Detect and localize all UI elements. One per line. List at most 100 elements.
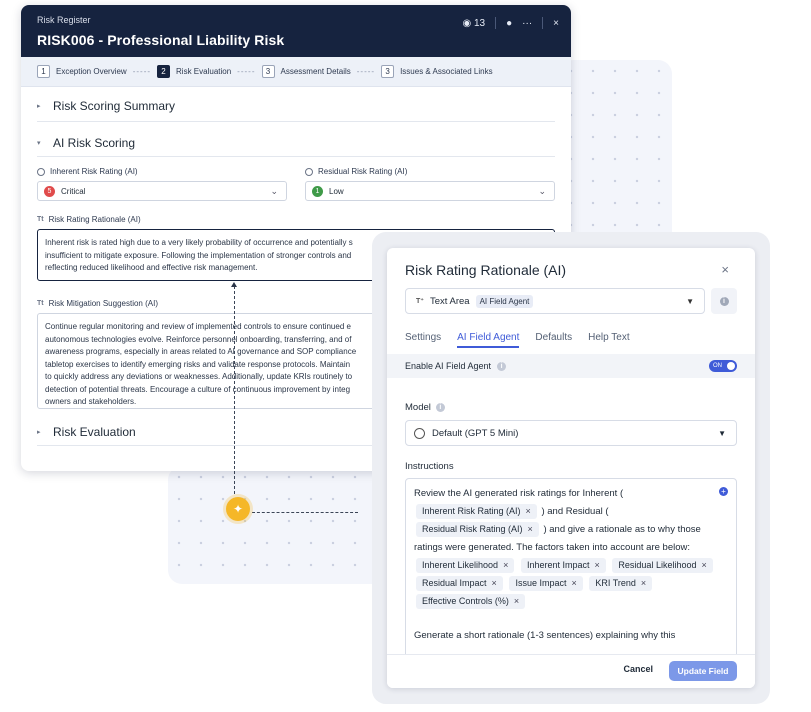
chip-label: Inherent Risk Rating (AI): [422, 506, 521, 516]
section-title: Risk Scoring Summary: [53, 99, 176, 113]
section-risk-scoring-summary[interactable]: ▸ Risk Scoring Summary: [21, 99, 571, 113]
variable-chip[interactable]: Inherent Risk Rating (AI) ×: [416, 504, 537, 519]
factor-chip[interactable]: Residual Likelihood ×: [612, 558, 713, 573]
remove-icon[interactable]: ×: [641, 578, 646, 588]
remove-icon[interactable]: ×: [503, 560, 508, 570]
add-variable-icon[interactable]: +: [719, 487, 728, 496]
section-title: Risk Evaluation: [53, 425, 136, 439]
factor-chip[interactable]: Issue Impact ×: [509, 576, 583, 591]
chevron-down-icon: ⌄: [538, 186, 546, 196]
tab-defaults[interactable]: Defaults: [535, 332, 572, 348]
info-icon: i: [719, 296, 729, 306]
inherent-rating-field: Inherent Risk Rating (AI) 5 Critical ⌄: [37, 167, 287, 201]
page-title: RISK006 - Professional Liability Risk: [37, 32, 285, 48]
step-connector: -----: [356, 67, 376, 76]
tab-ai-field-agent[interactable]: AI Field Agent: [457, 332, 520, 348]
step-risk-evaluation[interactable]: 2 Risk Evaluation: [157, 65, 231, 78]
remove-icon[interactable]: ×: [526, 506, 531, 516]
residual-rating-select[interactable]: 1 Low ⌄: [305, 181, 555, 201]
cancel-button[interactable]: Cancel: [623, 664, 653, 674]
remove-icon[interactable]: ×: [701, 560, 706, 570]
step-label: Issues & Associated Links: [400, 67, 493, 76]
step-issues-links[interactable]: 3 Issues & Associated Links: [381, 65, 493, 78]
step-number: 3: [381, 65, 395, 78]
dropdown-caret-icon: ▼: [718, 428, 726, 438]
chevron-right-icon: ▸: [37, 429, 41, 436]
step-label: Assessment Details: [280, 67, 351, 76]
step-exception-overview[interactable]: 1 Exception Overview: [37, 65, 127, 78]
step-tabs: 1 Exception Overview ----- 2 Risk Evalua…: [21, 57, 571, 87]
tab-settings[interactable]: Settings: [405, 332, 441, 348]
step-label: Risk Evaluation: [176, 67, 232, 76]
header-actions: ◉ 13 ● ··· ×: [462, 17, 559, 29]
inherent-rating-select[interactable]: 5 Critical ⌄: [37, 181, 287, 201]
watchers-button[interactable]: ◉ 13: [462, 18, 485, 29]
close-icon[interactable]: ×: [721, 262, 729, 277]
step-label: Exception Overview: [56, 67, 127, 76]
chip-label: Issue Impact: [515, 578, 567, 588]
panel-title: Risk Rating Rationale (AI): [405, 262, 567, 278]
tab-help-text[interactable]: Help Text: [588, 332, 630, 348]
remove-icon[interactable]: ×: [571, 578, 576, 588]
more-icon[interactable]: ···: [522, 18, 532, 29]
remove-icon[interactable]: ×: [595, 560, 600, 570]
model-select[interactable]: Default (GPT 5 Mini) ▼: [405, 420, 737, 446]
connector-line: [252, 512, 358, 513]
ai-agent-toggle[interactable]: ON: [709, 360, 737, 372]
field-label: Residual Risk Rating (AI): [305, 167, 555, 176]
close-icon[interactable]: ×: [553, 18, 559, 29]
step-number: 3: [261, 65, 275, 78]
instructions-editor[interactable]: + Review the AI generated risk ratings f…: [405, 478, 737, 668]
model-value: Default (GPT 5 Mini): [432, 427, 519, 439]
select-icon: [305, 167, 313, 176]
variable-chip[interactable]: Residual Risk Rating (AI) ×: [416, 522, 539, 537]
factor-chip[interactable]: Inherent Impact ×: [520, 558, 606, 573]
chip-label: Residual Impact: [422, 578, 487, 588]
instruction-text: Review the AI generated risk ratings for…: [414, 488, 624, 499]
openai-icon: [414, 427, 425, 439]
label-text: Model: [405, 402, 431, 413]
remove-icon[interactable]: ×: [492, 578, 497, 588]
step-assessment-details[interactable]: 3 Assessment Details: [261, 65, 351, 78]
rationale-label: Tt Risk Rating Rationale (AI): [37, 215, 555, 224]
chip-label: Inherent Impact: [526, 560, 590, 570]
section-ai-risk-scoring[interactable]: ▾ AI Risk Scoring: [21, 136, 571, 150]
bell-icon[interactable]: ●: [506, 18, 512, 29]
field-type-select[interactable]: T⁺ Text Area AI Field Agent ▼: [405, 288, 705, 314]
rating-fields: Inherent Risk Rating (AI) 5 Critical ⌄ R…: [21, 167, 571, 201]
remove-icon[interactable]: ×: [514, 596, 519, 606]
field-tag: AI Field Agent: [475, 294, 534, 308]
step-connector: -----: [132, 67, 152, 76]
dropdown-caret-icon: ▼: [686, 296, 694, 306]
chip-label: Residual Risk Rating (AI): [422, 524, 523, 534]
factor-chip[interactable]: Effective Controls (%) ×: [416, 594, 526, 609]
selected-value: Low: [329, 186, 344, 196]
watchers-count: 13: [473, 17, 486, 29]
toggle-state: ON: [713, 363, 722, 369]
factor-chips: Inherent Likelihood × Inherent Impact × Re…: [414, 557, 728, 611]
chip-label: Effective Controls (%): [422, 596, 509, 606]
toggle-knob: [727, 362, 735, 370]
panel-tabs: Settings AI Field Agent Defaults Help Te…: [405, 332, 630, 348]
text-field-icon: Tt: [37, 216, 44, 223]
panel-footer: Cancel Update Field: [387, 654, 755, 688]
label-text: Risk Rating Rationale (AI): [48, 215, 141, 224]
chip-label: KRI Trend: [595, 578, 636, 588]
divider: [37, 121, 555, 122]
divider: [37, 156, 555, 157]
field-info-button[interactable]: i: [711, 288, 737, 314]
info-icon[interactable]: i: [435, 403, 445, 412]
connector-line: [234, 286, 235, 494]
divider: [542, 17, 544, 29]
text-area-icon: T⁺: [416, 298, 424, 305]
factor-chip[interactable]: Inherent Likelihood ×: [416, 558, 515, 573]
factor-chip[interactable]: KRI Trend ×: [589, 576, 653, 591]
info-icon[interactable]: i: [497, 361, 507, 371]
factor-chip[interactable]: Residual Impact ×: [416, 576, 503, 591]
update-field-button[interactable]: Update Field: [669, 661, 737, 681]
stage: Risk Register RISK006 - Professional Lia…: [0, 0, 811, 712]
remove-icon[interactable]: ×: [528, 524, 533, 534]
chevron-right-icon: ▸: [37, 103, 41, 110]
selected-value: Critical: [61, 186, 86, 196]
chip-label: Inherent Likelihood: [422, 560, 499, 570]
